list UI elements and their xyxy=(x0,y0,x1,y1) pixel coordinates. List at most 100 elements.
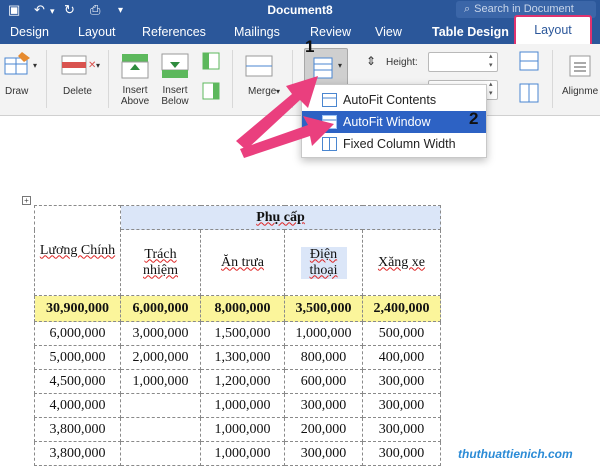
table-cell: 1,000,000 xyxy=(200,393,285,418)
height-input[interactable] xyxy=(428,52,498,72)
table-cell: 1,000,000 xyxy=(120,369,201,394)
height-label: Height: xyxy=(386,57,418,68)
tab-layout-label: Layout xyxy=(534,23,572,37)
table-cell xyxy=(120,417,201,442)
table-cell: 5,000,000 xyxy=(34,345,121,370)
callout-number-2: 2 xyxy=(469,109,479,128)
menu-item-autofit-window[interactable]: AutoFit Window xyxy=(302,111,486,133)
insert-below-label: Insert Below xyxy=(161,85,189,107)
fixed-column-width-icon xyxy=(322,137,337,151)
menu-item-label: Fixed Column Width xyxy=(343,137,456,151)
phu-cap-text: Phụ cấp xyxy=(256,209,305,225)
table-cell: 1,000,000 xyxy=(200,417,285,442)
table-cell: 3,000,000 xyxy=(120,321,201,346)
tab-references[interactable]: References xyxy=(142,25,206,39)
table-move-handle[interactable]: + xyxy=(22,196,31,205)
table-cell: 8,000,000 xyxy=(200,295,285,322)
ribbon-separator xyxy=(108,50,109,108)
draw-label: Draw xyxy=(5,86,29,97)
table-row: 4,500,000 1,000,000 1,200,000 600,000 30… xyxy=(34,369,441,394)
salary-table: Lương Chính Phụ cấp Trách nhiệm Ăn trưa … xyxy=(34,205,441,466)
table-row: 6,000,000 3,000,000 1,500,000 1,000,000 … xyxy=(34,321,441,346)
subheader-text: Trách nhiệm xyxy=(143,246,178,278)
autofit-contents-icon xyxy=(322,93,337,107)
table-cell: 4,000,000 xyxy=(34,393,121,418)
alignment-icon[interactable] xyxy=(568,54,592,78)
distribute-rows-icon[interactable] xyxy=(518,50,540,72)
ribbon-separator xyxy=(292,50,293,108)
search-placeholder: Search in Document xyxy=(474,3,574,15)
table-cell: 400,000 xyxy=(362,345,441,370)
autofit-icon xyxy=(313,57,333,79)
search-icon: ⌕ xyxy=(464,3,471,15)
autofit-dropdown-icon: ▾ xyxy=(338,61,343,70)
menu-item-autofit-contents[interactable]: AutoFit Contents xyxy=(302,89,486,111)
distribute-columns-icon[interactable] xyxy=(518,82,540,104)
autofit-menu: AutoFit Contents AutoFit Window Fixed Co… xyxy=(301,84,487,158)
insert-left-icon[interactable] xyxy=(202,52,220,70)
tab-review[interactable]: Review xyxy=(310,25,351,39)
table-cell: 2,000,000 xyxy=(120,345,201,370)
subheader-text: Xăng xe xyxy=(377,254,426,270)
delete-label: Delete xyxy=(63,86,92,97)
ribbon-separator xyxy=(552,50,553,108)
luong-chinh-text: Lương Chính xyxy=(39,242,116,258)
menu-item-label: AutoFit Window xyxy=(343,115,431,129)
subheader-cell: Điện thoại xyxy=(284,229,363,296)
title-bar: ▣ ↶ ▾ ↻ ⎙ ▾ Document8 ⌕ Search in Documen… xyxy=(0,0,600,20)
tab-layout-page[interactable]: Layout xyxy=(78,25,116,39)
subheader-cell: Ăn trưa xyxy=(200,229,285,296)
tab-design[interactable]: Design xyxy=(10,25,49,39)
table-cell: 300,000 xyxy=(362,369,441,394)
delete-dropdown-icon[interactable]: ▾ xyxy=(96,60,100,71)
table-cell: 300,000 xyxy=(362,417,441,442)
table-cell: 200,000 xyxy=(284,417,363,442)
table-cell xyxy=(120,393,201,418)
table-cell: 300,000 xyxy=(362,393,441,418)
insert-below-icon[interactable] xyxy=(160,52,190,80)
subheader-text: Ăn trưa xyxy=(221,254,264,270)
menu-item-fixed-column-width[interactable]: Fixed Column Width xyxy=(302,133,486,155)
table-cell: 300,000 xyxy=(284,441,363,466)
table-row: 5,000,000 2,000,000 1,300,000 800,000 40… xyxy=(34,345,441,370)
table-total-row: 30,900,000 6,000,000 8,000,000 3,500,000… xyxy=(34,295,441,322)
merge-dropdown-icon[interactable]: ▾ xyxy=(276,86,280,97)
tab-mailings[interactable]: Mailings xyxy=(234,25,280,39)
ribbon-toolbar: Draw ▾ ✕ Delete ▾ Insert Above Insert Be… xyxy=(0,44,600,116)
table-cell: 300,000 xyxy=(362,441,441,466)
callout-number-1: 1 xyxy=(305,37,315,56)
insert-right-icon[interactable] xyxy=(202,82,220,100)
table-cell: 4,500,000 xyxy=(34,369,121,394)
menu-item-label: AutoFit Contents xyxy=(343,93,437,107)
table-cell: 500,000 xyxy=(362,321,441,346)
delete-table-icon[interactable]: ✕ xyxy=(60,52,96,80)
table-cell: 6,000,000 xyxy=(120,295,201,322)
merge-label: Merge xyxy=(248,86,277,97)
insert-above-icon[interactable] xyxy=(120,52,150,80)
subheader-text: Điện thoại xyxy=(300,246,347,279)
table-cell: 3,500,000 xyxy=(284,295,363,322)
table-cell: 2,400,000 xyxy=(362,295,441,322)
alignment-label: Alignme xyxy=(562,86,599,97)
tab-table-design[interactable]: Table Design xyxy=(432,25,509,39)
table-cell: 3,800,000 xyxy=(34,417,121,442)
table-row: 3,800,000 1,000,000 200,000 300,000 xyxy=(34,417,441,442)
subheader-cell: Xăng xe xyxy=(362,229,441,296)
draw-table-icon[interactable] xyxy=(2,52,32,78)
table-row: 4,000,000 1,000,000 300,000 300,000 xyxy=(34,393,441,418)
table-cell: 1,000,000 xyxy=(200,441,285,466)
width-stepper[interactable]: ▴ ▾ xyxy=(489,80,493,98)
draw-dropdown-icon[interactable]: ▾ xyxy=(33,60,37,71)
table-cell: 800,000 xyxy=(284,345,363,370)
merge-cells-icon[interactable] xyxy=(244,54,274,78)
tab-view[interactable]: View xyxy=(375,25,402,39)
table-row: 3,800,000 1,000,000 300,000 300,000 xyxy=(34,441,441,466)
height-icon: ⇕ xyxy=(366,54,377,68)
phu-cap-header: Phụ cấp xyxy=(120,205,441,230)
subheader-cell: Trách nhiệm xyxy=(120,229,201,296)
table-cell: 30,900,000 xyxy=(34,295,121,322)
watermark-text: thuthuattienich.com xyxy=(458,447,573,461)
table-cell: 1,200,000 xyxy=(200,369,285,394)
height-stepper[interactable]: ▴ ▾ xyxy=(489,52,493,70)
table-cell xyxy=(120,441,201,466)
